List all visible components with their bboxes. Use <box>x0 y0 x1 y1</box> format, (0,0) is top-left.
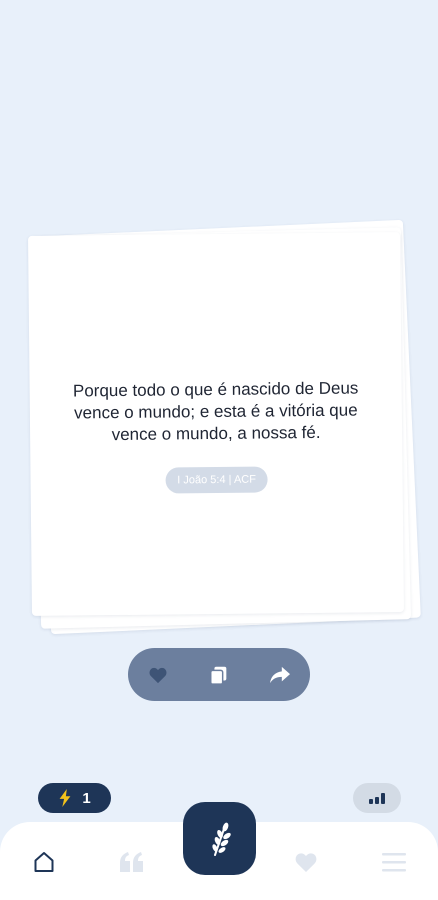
wheat-icon <box>211 822 231 856</box>
signal-bars-icon <box>369 793 385 804</box>
like-button[interactable] <box>138 655 178 695</box>
wheat-center-button[interactable] <box>183 802 256 875</box>
heart-icon <box>149 667 167 683</box>
nav-favorites[interactable] <box>292 848 320 876</box>
streak-count: 1 <box>82 789 91 807</box>
menu-icon <box>382 853 406 872</box>
verse-text: Porque todo o que é nascido de Deus venc… <box>72 378 359 445</box>
nav-quotes[interactable] <box>118 848 146 876</box>
level-badge[interactable] <box>353 783 401 813</box>
verse-screen: Porque todo o que é nascido de Deus venc… <box>0 0 438 900</box>
verse-card[interactable]: Porque todo o que é nascido de Deus venc… <box>28 232 404 616</box>
copy-icon <box>210 666 227 685</box>
home-icon <box>34 852 54 872</box>
share-icon <box>269 666 290 683</box>
verse-reference-badge: I João 5:4 | ACF <box>165 466 269 494</box>
verse-card-stack: Porque todo o que é nascido de Deus venc… <box>0 0 438 700</box>
quote-icon <box>120 852 143 872</box>
nav-menu[interactable] <box>380 848 408 876</box>
streak-badge[interactable]: 1 <box>38 783 111 813</box>
copy-button[interactable] <box>199 655 239 695</box>
lightning-icon <box>59 789 71 807</box>
verse-actions-bar <box>128 648 310 701</box>
nav-home[interactable] <box>30 848 58 876</box>
share-button[interactable] <box>260 655 300 695</box>
heart-icon <box>295 853 317 872</box>
